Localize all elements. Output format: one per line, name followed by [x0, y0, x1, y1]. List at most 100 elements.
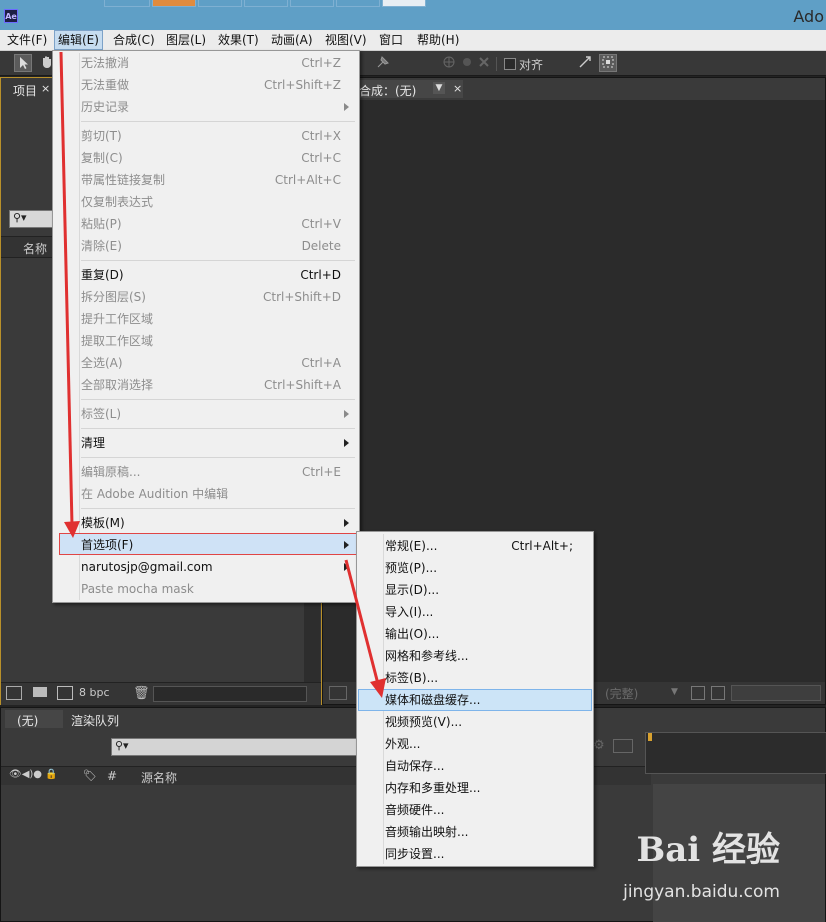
edit-menu-item: 剪切(T)	[81, 129, 122, 143]
edit-menu-item: 全部取消选择	[81, 378, 154, 392]
av-features-icons[interactable]: 👁◀)● 🔒	[9, 769, 58, 780]
taskbar-tab-active[interactable]	[152, 0, 196, 7]
edit-menu-shortcut: Ctrl+Shift+D	[263, 290, 341, 304]
snapshot-icon[interactable]	[329, 686, 347, 700]
horizontal-scrollbar[interactable]	[153, 686, 307, 702]
expand-icon[interactable]	[576, 54, 594, 72]
composition-tab[interactable]: 合成：(无) ▼ ×	[357, 80, 463, 98]
preferences-menu-item[interactable]: 预览(P)...	[385, 557, 437, 579]
submenu-arrow-icon	[344, 439, 349, 447]
menu-separator	[81, 428, 355, 429]
edit-menu-shortcut: Ctrl+E	[302, 465, 341, 479]
preferences-menu-item[interactable]: 网格和参考线...	[385, 645, 468, 667]
project-tab[interactable]: 项目 ×	[5, 80, 50, 98]
taskbar-tab[interactable]	[198, 0, 242, 7]
edit-menu-shortcut: Ctrl+C	[301, 151, 341, 165]
snap-checkbox[interactable]	[504, 58, 516, 70]
world-axis-icon[interactable]	[458, 54, 476, 72]
taskbar-tab[interactable]	[290, 0, 334, 7]
submenu-arrow-icon	[344, 541, 349, 549]
taskbar-tab[interactable]	[244, 0, 288, 7]
bit-depth-label[interactable]: 8 bpc	[79, 686, 110, 699]
menu-effect[interactable]: 效果(T)	[215, 30, 262, 50]
column-number: #	[107, 769, 118, 783]
chevron-down-icon[interactable]: ▼	[671, 687, 678, 697]
workspace-icon[interactable]	[599, 54, 617, 72]
edit-menu-shortcut: Ctrl+Shift+Z	[264, 78, 341, 92]
watermark-url: jingyan.baidu.com	[623, 882, 780, 902]
taskbar-tab[interactable]	[104, 0, 150, 7]
edit-menu-item: Paste mocha mask	[81, 582, 194, 596]
menu-layer[interactable]: 图层(L)	[163, 30, 209, 50]
preferences-menu-item[interactable]: 音频输出映射...	[385, 821, 468, 843]
preferences-menu-item[interactable]: 自动保存...	[385, 755, 444, 777]
graph-editor-icon[interactable]: ⚙	[593, 738, 605, 753]
submenu-arrow-icon	[344, 410, 349, 418]
taskbar-tab[interactable]	[336, 0, 380, 7]
search-icon: ⚲▾	[13, 211, 27, 224]
baidu-jingyan-watermark: Bai 经验	[636, 830, 780, 870]
interpret-footage-icon[interactable]	[6, 686, 22, 700]
column-source-name[interactable]: 源名称	[141, 769, 177, 786]
preferences-menu-item[interactable]: 显示(D)...	[385, 579, 439, 601]
menu-help[interactable]: 帮助(H)	[414, 30, 462, 50]
pin-tool-icon[interactable]	[374, 54, 392, 72]
selection-tool-icon[interactable]	[14, 54, 32, 72]
column-name[interactable]: 名称	[23, 240, 47, 257]
menu-file[interactable]: 文件(F)	[4, 30, 50, 50]
time-ruler[interactable]	[645, 732, 826, 774]
edit-menu-item: 粘贴(P)	[81, 217, 122, 231]
toolbar-divider	[496, 57, 497, 71]
view-axis-icon[interactable]	[475, 54, 493, 72]
preferences-menu-item[interactable]: 音频硬件...	[385, 799, 444, 821]
edit-menu-item[interactable]: 重复(D)	[81, 264, 124, 286]
edit-menu-item[interactable]: narutosjp@gmail.com	[81, 556, 213, 578]
preferences-menu-item[interactable]: 标签(B)...	[385, 667, 438, 689]
menu-animation[interactable]: 动画(A)	[268, 30, 316, 50]
new-composition-icon[interactable]	[57, 686, 73, 700]
edit-menu: 无法撤消 Ctrl+Z 无法重做 Ctrl+Shift+Z 历史记录 剪切(T) Ctrl+…	[52, 50, 360, 603]
trash-icon[interactable]: 🗑	[133, 686, 150, 701]
edit-menu-item: 提取工作区域	[81, 334, 154, 348]
new-folder-icon[interactable]	[33, 687, 47, 697]
menu-composition[interactable]: 合成(C)	[110, 30, 158, 50]
preferences-menu-item[interactable]: 输出(O)...	[385, 623, 439, 645]
edit-menu-item[interactable]: 清理	[81, 432, 105, 454]
preferences-menu-item[interactable]: 常规(E)...	[385, 535, 437, 557]
edit-menu-item[interactable]: 模板(M)	[81, 512, 125, 534]
timeline-tab[interactable]: (无)	[5, 710, 63, 728]
submenu-arrow-icon	[344, 103, 349, 111]
menu-window[interactable]: 窗口	[376, 30, 406, 50]
work-area-start-handle[interactable]	[648, 733, 652, 741]
edit-menu-shortcut: Ctrl+A	[301, 356, 341, 370]
edit-menu-item: 在 Adobe Audition 中编辑	[81, 487, 229, 501]
label-icon[interactable]: 🏷	[83, 769, 97, 782]
search-icon: ⚲▾	[115, 739, 129, 752]
menu-edit[interactable]: 编辑(E)	[54, 30, 103, 50]
close-icon[interactable]: ×	[453, 82, 462, 95]
preferences-menu-item[interactable]: 媒体和磁盘缓存...	[385, 689, 480, 711]
menu-separator	[81, 508, 355, 509]
snap-label: 对齐	[519, 58, 544, 72]
preferences-menu-item[interactable]: 视频预览(V)...	[385, 711, 462, 733]
axis-mode-icon[interactable]	[440, 54, 458, 72]
close-icon[interactable]: ×	[41, 82, 50, 95]
menu-view[interactable]: 视图(V)	[322, 30, 370, 50]
preferences-menu-item[interactable]: 导入(I)...	[385, 601, 433, 623]
chevron-down-icon[interactable]: ▼	[433, 82, 445, 94]
view-select[interactable]	[731, 685, 821, 701]
composition-tab-label: 合成：(无)	[359, 84, 417, 98]
edit-menu-item: 清除(E)	[81, 239, 122, 253]
timeline-search-field[interactable]: ⚲▾	[111, 738, 361, 756]
preferences-menu-item[interactable]: 内存和多重处理...	[385, 777, 480, 799]
preferences-menu-item[interactable]: 外观...	[385, 733, 420, 755]
search-field[interactable]: ⚲▾	[9, 210, 55, 228]
motion-blur-icon[interactable]	[613, 739, 633, 753]
resolution-select[interactable]: (完整)	[605, 685, 638, 702]
render-queue-tab[interactable]: 渲染队列	[65, 710, 135, 728]
taskbar-tab[interactable]	[382, 0, 426, 7]
transparency-grid-icon[interactable]	[711, 686, 725, 700]
edit-menu-item[interactable]: 首选项(F)	[81, 534, 133, 556]
preferences-menu-item[interactable]: 同步设置...	[385, 843, 444, 865]
region-of-interest-icon[interactable]	[691, 686, 705, 700]
